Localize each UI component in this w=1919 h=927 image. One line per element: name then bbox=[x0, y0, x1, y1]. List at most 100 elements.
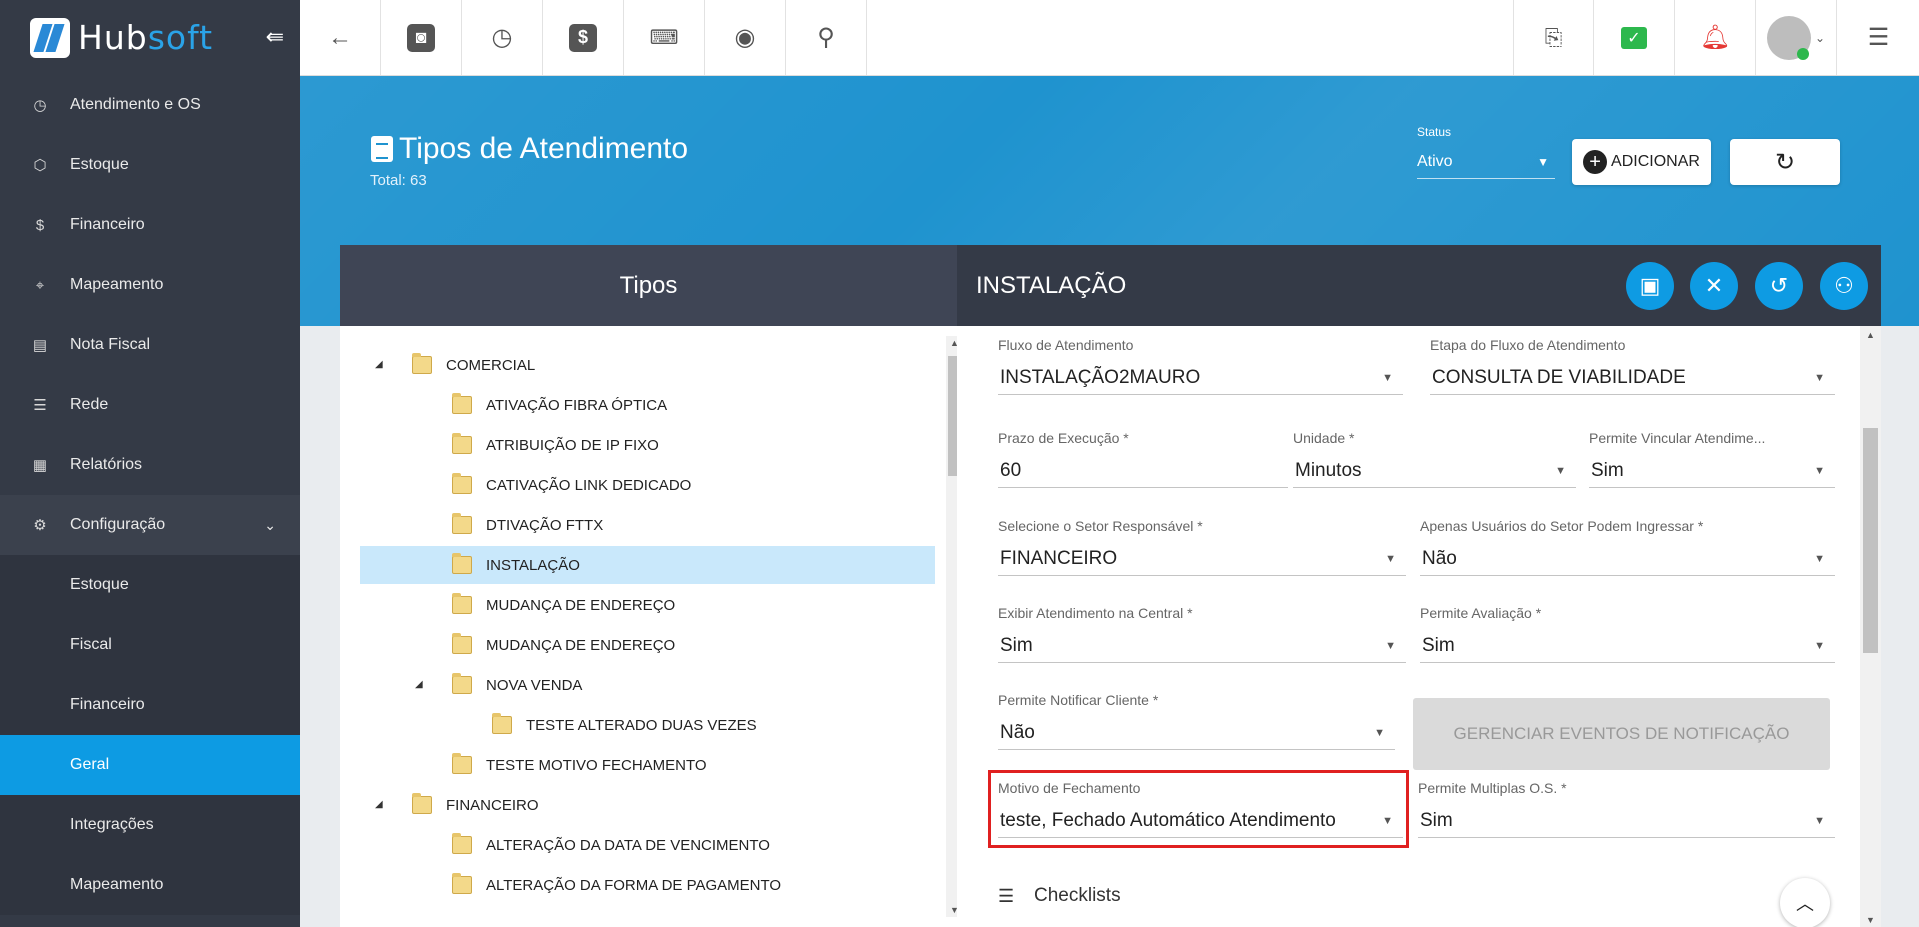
scroll-up-icon[interactable]: ▲ bbox=[1866, 330, 1875, 340]
contacts-button[interactable]: ◙ bbox=[381, 0, 462, 75]
sidebar-sub-financeiro[interactable]: Financeiro bbox=[0, 675, 300, 735]
expand-caret-icon[interactable]: ◢ bbox=[375, 799, 383, 810]
add-button[interactable]: + ADICIONAR bbox=[1572, 139, 1711, 185]
close-icon: ✕ bbox=[1704, 273, 1724, 298]
tipos-tree: ◢ COMERCIAL ATIVAÇÃO FIBRA ÓPTICA ATRIBU… bbox=[340, 326, 957, 927]
eye-icon: ◉ bbox=[734, 24, 756, 51]
folder-icon bbox=[452, 753, 472, 774]
tasks-button[interactable]: ✓ bbox=[1594, 0, 1675, 75]
box-icon: ⬡ bbox=[33, 157, 47, 174]
fluxo-field[interactable]: Fluxo de Atendimento INSTALAÇÃO2MAURO ▼ bbox=[998, 337, 1403, 395]
dropdown-arrow-icon: ▼ bbox=[1555, 465, 1566, 477]
checklists-section[interactable]: ☰ Checklists bbox=[998, 885, 1121, 907]
terminal-button[interactable]: ⌨ bbox=[624, 0, 705, 75]
scroll-top-button[interactable]: ︿ bbox=[1780, 878, 1830, 927]
avatar bbox=[1766, 15, 1811, 60]
tree-node[interactable]: ATRIBUIÇÃO DE IP FIXO bbox=[452, 426, 659, 464]
menu-list-button[interactable]: ☰ bbox=[1838, 0, 1919, 75]
sidebar-sub-mapeamento[interactable]: Mapeamento bbox=[0, 855, 300, 915]
user-menu-button[interactable]: ⌄ bbox=[1756, 0, 1837, 75]
sidebar-item-rede[interactable]: ☰ Rede bbox=[0, 375, 300, 435]
vincular-field[interactable]: Permite Vincular Atendime... Sim ▼ bbox=[1589, 430, 1835, 488]
scroll-thumb[interactable] bbox=[1863, 428, 1878, 653]
list-icon: ☰ bbox=[998, 885, 1015, 906]
logo[interactable]: Hubsoft ⇚ bbox=[0, 0, 300, 75]
history-icon: ↺ bbox=[1769, 273, 1789, 298]
refresh-button[interactable]: ↻ bbox=[1730, 139, 1840, 185]
plus-icon: + bbox=[1583, 150, 1608, 174]
view-button[interactable]: ◉ bbox=[705, 0, 786, 75]
save-icon: ▣ bbox=[1639, 273, 1661, 298]
tree-node[interactable]: DTIVAÇÃO FTTX bbox=[452, 506, 603, 544]
apenas-usuarios-field[interactable]: Apenas Usuários do Setor Podem Ingressar… bbox=[1420, 518, 1835, 576]
dropdown-arrow-icon: ▼ bbox=[1814, 640, 1825, 652]
sidebar-item-mapeamento[interactable]: ⌖ Mapeamento bbox=[0, 255, 300, 315]
chevron-up-icon: ︿ bbox=[1796, 894, 1814, 914]
dropdown-arrow-icon: ▼ bbox=[1814, 553, 1825, 565]
scroll-down-icon[interactable]: ▼ bbox=[1866, 915, 1875, 925]
tree-node[interactable]: TESTE MOTIVO FECHAMENTO bbox=[452, 746, 707, 784]
tree-node[interactable]: MUDANÇA DE ENDEREÇO bbox=[452, 586, 675, 624]
sidebar-sub-estoque[interactable]: Estoque bbox=[0, 555, 300, 615]
tree-node[interactable]: ALTERAÇÃO DA FORMA DE PAGAMENTO bbox=[452, 866, 781, 904]
etapa-field[interactable]: Etapa do Fluxo de Atendimento CONSULTA D… bbox=[1430, 337, 1835, 395]
configuracao-submenu: Estoque Fiscal Financeiro Geral Integraç… bbox=[0, 555, 300, 915]
back-button[interactable]: ← bbox=[300, 0, 381, 75]
finance-button[interactable]: $ bbox=[543, 0, 624, 75]
detail-panel-title: INSTALAÇÃO bbox=[957, 245, 1881, 326]
avaliacao-field[interactable]: Permite Avaliação * Sim ▼ bbox=[1420, 605, 1835, 663]
expand-caret-icon[interactable]: ◢ bbox=[375, 359, 383, 370]
tree-node[interactable]: CATIVAÇÃO LINK DEDICADO bbox=[452, 466, 691, 504]
sidebar-item-configuracao[interactable]: ⚙ Configuração ⌄ bbox=[0, 495, 300, 555]
chevron-down-icon: ⌄ bbox=[1814, 30, 1826, 45]
folder-icon bbox=[452, 633, 472, 654]
tree-node[interactable]: ALTERAÇÃO DA DATA DE VENCIMENTO bbox=[452, 826, 770, 864]
close-button[interactable]: ✕ bbox=[1690, 262, 1738, 310]
folder-icon bbox=[452, 593, 472, 614]
tree-node[interactable]: TESTE ALTERADO DUAS VEZES bbox=[492, 706, 757, 744]
folder-icon bbox=[452, 473, 472, 494]
workflow-button[interactable]: ⚇ bbox=[1820, 262, 1868, 310]
manage-notification-events-button[interactable]: GERENCIAR EVENTOS DE NOTIFICAÇÃO bbox=[1413, 698, 1830, 770]
setor-field[interactable]: Selecione o Setor Responsável * FINANCEI… bbox=[998, 518, 1406, 576]
sidebar-item-atendimento[interactable]: ◷ Atendimento e OS bbox=[0, 75, 300, 135]
search-button[interactable]: ⚲ bbox=[786, 0, 867, 75]
sidebar-item-estoque[interactable]: ⬡ Estoque bbox=[0, 135, 300, 195]
sidebar-item-financeiro[interactable]: $ Financeiro bbox=[0, 195, 300, 255]
tree-node-selected[interactable]: INSTALAÇÃO bbox=[360, 546, 935, 584]
collapse-sidebar-icon[interactable]: ⇚ bbox=[266, 24, 284, 50]
alerts-button[interactable]: 🔔︎ bbox=[1675, 0, 1756, 75]
refresh-icon: ↻ bbox=[1774, 148, 1796, 176]
list-icon: ☰ bbox=[1867, 24, 1890, 51]
multiplas-os-field[interactable]: Permite Multiplas O.S. * Sim ▼ bbox=[1418, 780, 1835, 838]
top-toolbar: ← ◙ ◷ $ ⌨ ◉ ⚲ ⎘ ✓ 🔔︎ ⌄ ☰ bbox=[300, 0, 1919, 76]
exibir-central-field[interactable]: Exibir Atendimento na Central * Sim ▼ bbox=[998, 605, 1406, 663]
folder-icon bbox=[492, 713, 512, 734]
sidebar: Hubsoft ⇚ ◷ Atendimento e OS ⬡ Estoque $ Fi… bbox=[0, 0, 300, 927]
sidebar-sub-integracoes[interactable]: Integrações bbox=[0, 795, 300, 855]
save-button[interactable]: ▣ bbox=[1626, 262, 1674, 310]
status-select[interactable]: Ativo ▼ bbox=[1417, 145, 1555, 179]
sidebar-sub-fiscal[interactable]: Fiscal bbox=[0, 615, 300, 675]
form-scrollbar[interactable]: ▲ ▼ bbox=[1860, 326, 1881, 927]
folder-icon bbox=[452, 433, 472, 454]
sidebar-sub-geral[interactable]: Geral bbox=[0, 735, 300, 795]
pdf-button[interactable]: ⎘ bbox=[1513, 0, 1594, 75]
expand-caret-icon[interactable]: ◢ bbox=[415, 679, 423, 690]
history-button[interactable]: ↺ bbox=[1755, 262, 1803, 310]
sidebar-item-nota-fiscal[interactable]: ▤ Nota Fiscal bbox=[0, 315, 300, 375]
schedule-button[interactable]: ◷ bbox=[462, 0, 543, 75]
prazo-field[interactable]: Prazo de Execução * 60 bbox=[998, 430, 1288, 488]
notificar-cliente-field[interactable]: Permite Notificar Cliente * Não ▼ bbox=[998, 692, 1395, 750]
sidebar-item-relatorios[interactable]: ▦ Relatórios bbox=[0, 435, 300, 495]
tree-node[interactable]: ATIVAÇÃO FIBRA ÓPTICA bbox=[452, 386, 667, 424]
tree-node[interactable]: NOVA VENDA bbox=[452, 666, 582, 704]
folder-icon bbox=[452, 833, 472, 854]
tree-node[interactable]: COMERCIAL bbox=[412, 346, 535, 384]
arrow-left-icon: ← bbox=[328, 23, 352, 51]
status-label: Status bbox=[1417, 125, 1452, 139]
unidade-field[interactable]: Unidade * Minutos ▼ bbox=[1293, 430, 1576, 488]
report-icon: ▦ bbox=[32, 457, 48, 474]
tree-node[interactable]: FINANCEIRO bbox=[412, 786, 539, 824]
tree-node[interactable]: MUDANÇA DE ENDEREÇO bbox=[452, 626, 675, 664]
